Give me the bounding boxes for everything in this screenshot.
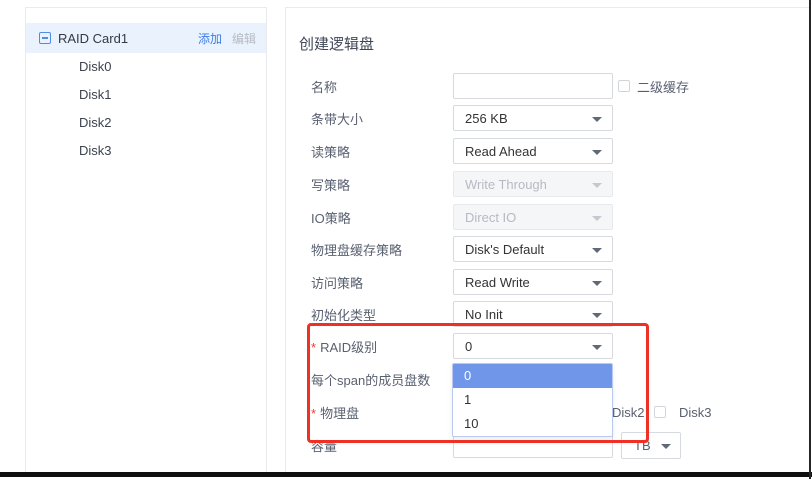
write-policy-value: Write Through: [465, 177, 547, 192]
disk-list: Disk0 Disk1 Disk2 Disk3: [26, 53, 266, 165]
stripe-size-label: 条带大小: [311, 109, 363, 128]
raid-level-label: *RAID级别: [311, 337, 377, 356]
write-policy-label: 写策略: [311, 175, 350, 194]
raid-level-value: 0: [465, 339, 472, 354]
row-write-policy: 写策略 Write Through: [286, 171, 810, 197]
row-access-policy: 访问策略 Read Write: [286, 269, 810, 295]
disk-cache-policy-label: 物理盘缓存策略: [311, 240, 402, 259]
required-asterisk: *: [311, 340, 316, 355]
io-policy-value: Direct IO: [465, 210, 516, 225]
chevron-down-icon: [592, 248, 602, 253]
chevron-down-icon: [592, 281, 602, 286]
read-policy-value: Read Ahead: [465, 144, 537, 159]
row-raid-level: *RAID级别 0: [286, 333, 810, 359]
screenshot-bottom-edge: [0, 472, 812, 477]
chevron-down-icon: [592, 313, 602, 318]
capacity-label: 容量: [311, 436, 337, 455]
io-policy-select: Direct IO: [453, 204, 613, 230]
row-read-policy: 读策略 Read Ahead: [286, 138, 810, 164]
capacity-unit-select[interactable]: TB: [621, 432, 681, 459]
create-logical-disk-panel: 创建逻辑盘 名称 二级缓存 条带大小 256 KB 读策略 Read Ahead: [285, 7, 810, 472]
add-link[interactable]: 添加: [198, 30, 222, 47]
disk3-checkbox[interactable]: [654, 406, 666, 418]
raid-tree-panel: RAID Card1 添加 编辑 Disk0 Disk1 Disk2 Disk3: [25, 7, 267, 472]
required-asterisk: *: [311, 406, 316, 421]
raid-level-option-0[interactable]: 0: [453, 364, 612, 388]
physical-disk3-option[interactable]: Disk3: [654, 405, 712, 420]
access-policy-label: 访问策略: [311, 273, 363, 292]
name-label: 名称: [311, 77, 337, 96]
collapse-icon[interactable]: [39, 32, 51, 44]
disk3-checkbox-label: Disk3: [679, 405, 712, 420]
read-policy-select[interactable]: Read Ahead: [453, 138, 613, 164]
disk-cache-policy-select[interactable]: Disk's Default: [453, 236, 613, 262]
row-init-type: 初始化类型 No Init: [286, 301, 810, 327]
tree-node-raid-card[interactable]: RAID Card1 添加 编辑: [26, 23, 266, 53]
row-disk-cache-policy: 物理盘缓存策略 Disk's Default: [286, 236, 810, 262]
chevron-down-icon: [592, 117, 602, 122]
raid-card-label: RAID Card1: [58, 31, 128, 46]
init-type-label: 初始化类型: [311, 305, 376, 324]
capacity-unit-value: TB: [634, 438, 651, 453]
tree-node-disk2[interactable]: Disk2: [26, 109, 266, 137]
disk2-checkbox-label: Disk2: [612, 405, 645, 420]
tree-node-disk3[interactable]: Disk3: [26, 137, 266, 165]
name-input[interactable]: [453, 73, 613, 99]
secondary-cache-checkbox[interactable]: [618, 80, 630, 92]
raid-level-option-10[interactable]: 10: [453, 412, 612, 436]
io-policy-label: IO策略: [311, 208, 351, 227]
raid-level-dropdown: 0 1 10: [452, 363, 613, 437]
physical-disks-label: *物理盘: [311, 403, 359, 422]
chevron-down-icon: [592, 183, 602, 188]
init-type-select[interactable]: No Init: [453, 301, 613, 327]
stripe-size-value: 256 KB: [465, 111, 508, 126]
raid-level-select[interactable]: 0: [453, 333, 613, 359]
tree-node-disk1[interactable]: Disk1: [26, 81, 266, 109]
chevron-down-icon: [661, 444, 671, 449]
access-policy-select[interactable]: Read Write: [453, 269, 613, 295]
secondary-cache-label: 二级缓存: [637, 77, 689, 96]
row-stripe-size: 条带大小 256 KB: [286, 105, 810, 131]
raid-config-screen: RAID Card1 添加 编辑 Disk0 Disk1 Disk2 Disk3…: [0, 0, 812, 479]
tree-node-disk0[interactable]: Disk0: [26, 53, 266, 81]
screenshot-right-edge: [809, 0, 811, 479]
edit-link[interactable]: 编辑: [232, 30, 256, 47]
chevron-down-icon: [592, 345, 602, 350]
row-io-policy: IO策略 Direct IO: [286, 204, 810, 230]
disk-cache-policy-value: Disk's Default: [465, 242, 544, 257]
read-policy-label: 读策略: [311, 142, 350, 161]
access-policy-value: Read Write: [465, 275, 530, 290]
write-policy-select: Write Through: [453, 171, 613, 197]
chevron-down-icon: [592, 150, 602, 155]
row-name: 名称 二级缓存: [286, 73, 810, 99]
stripe-size-select[interactable]: 256 KB: [453, 105, 613, 131]
raid-level-option-1[interactable]: 1: [453, 388, 612, 412]
init-type-value: No Init: [465, 307, 503, 322]
span-members-label: 每个span的成员盘数: [311, 370, 430, 389]
page-title: 创建逻辑盘: [299, 33, 374, 54]
chevron-down-icon: [592, 216, 602, 221]
